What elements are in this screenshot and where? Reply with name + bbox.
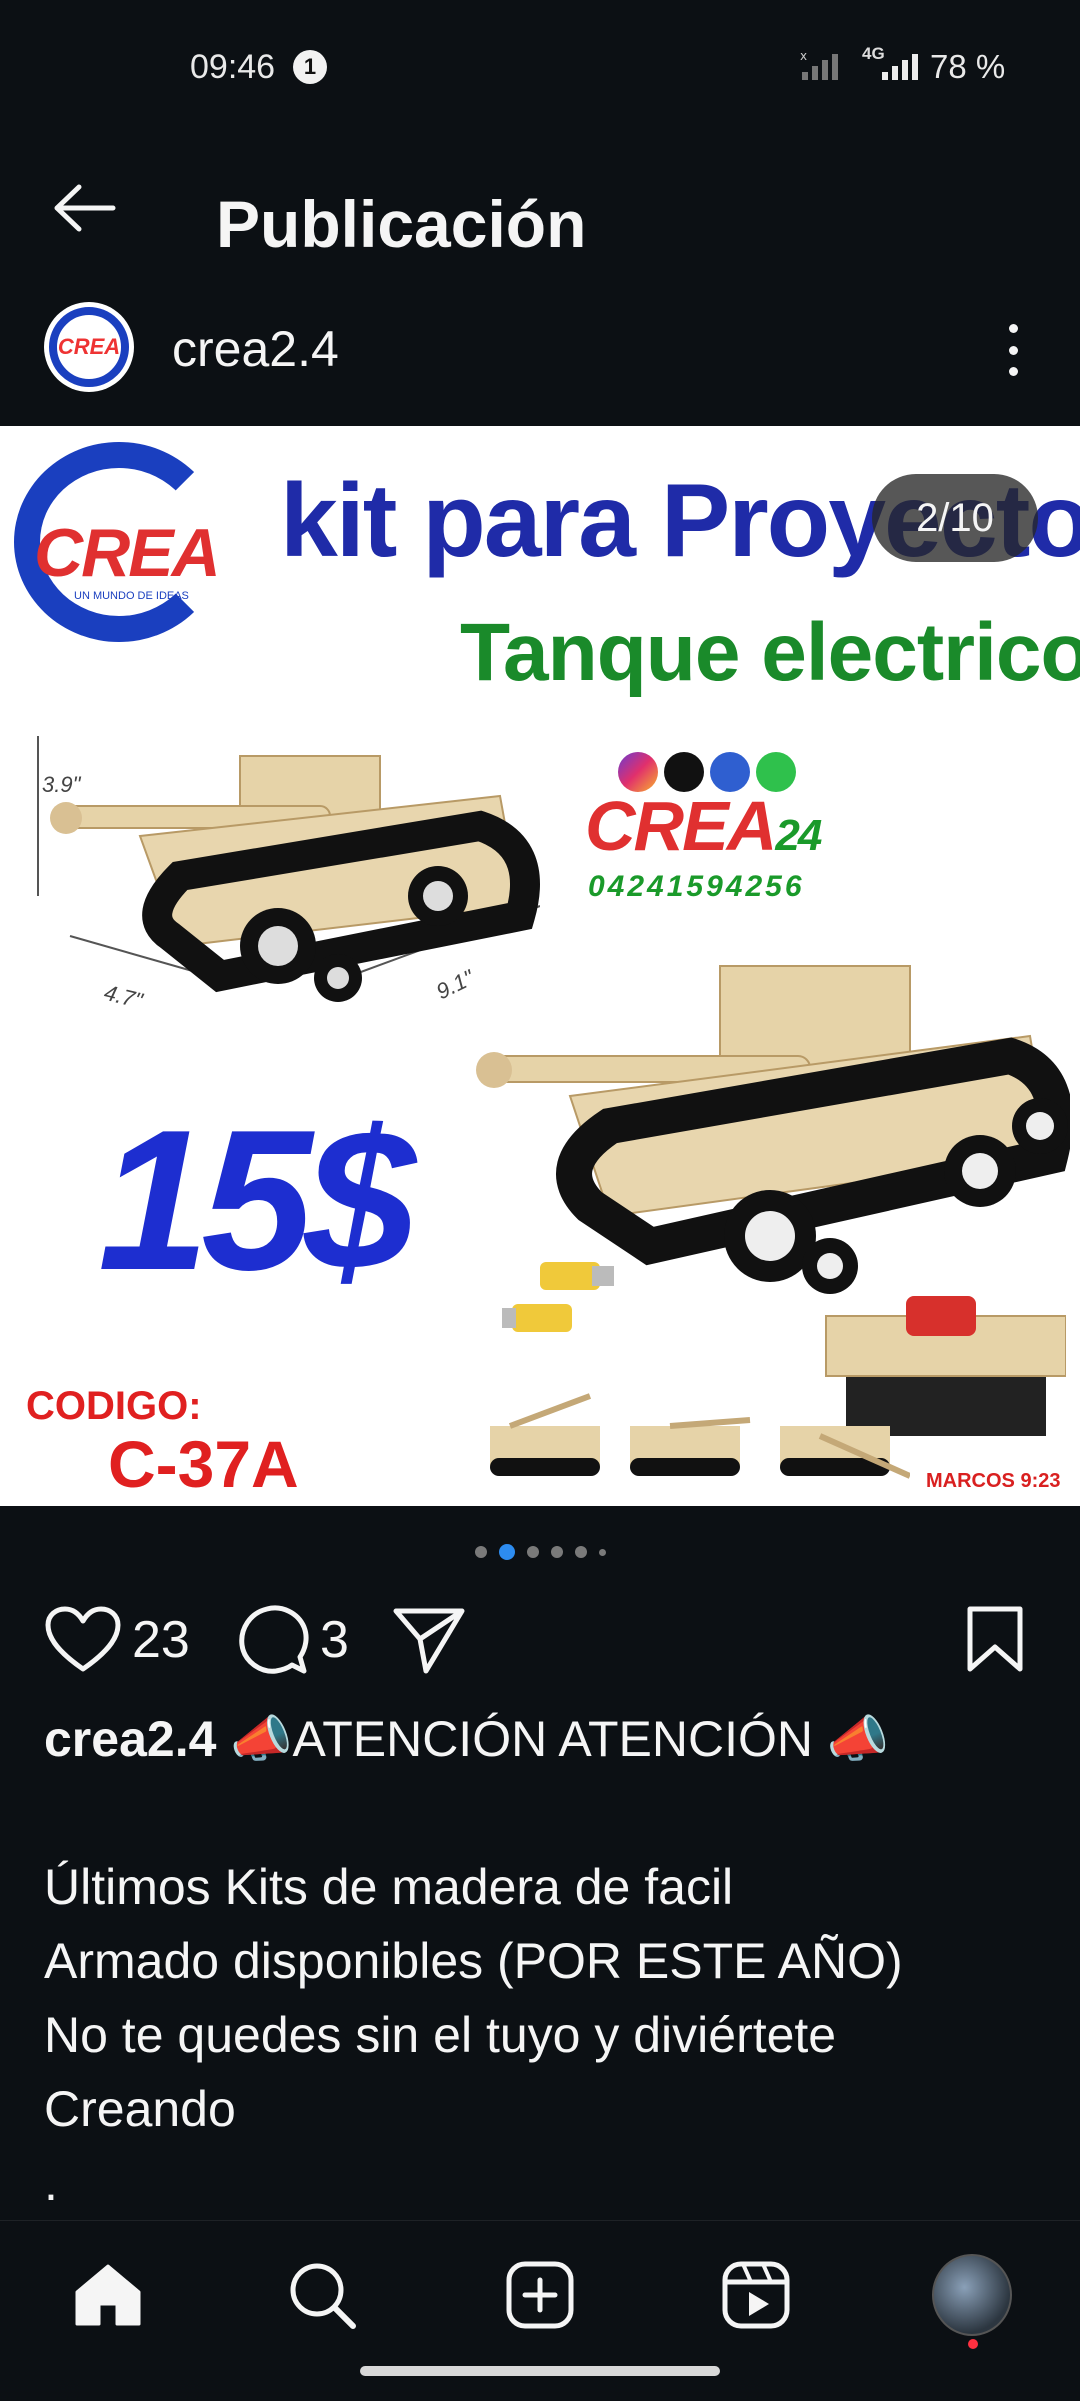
post-header: CREA crea2.4 [0, 290, 1080, 410]
tank-thumbnails [490, 1393, 910, 1479]
arrow-left-icon [54, 184, 116, 232]
caption-line: No te quedes sin el tuyo y diviértete [44, 2007, 837, 2063]
price: 15$ [98, 1089, 416, 1312]
caption-headline: 📣ATENCIÓN ATENCIÓN 📣 [230, 1711, 890, 1767]
more-dot-icon [1008, 367, 1018, 376]
post-caption: crea2.4 📣ATENCIÓN ATENCIÓN 📣 Últimos Kit… [44, 1702, 1044, 2220]
carousel-dot [598, 1548, 606, 1556]
tank-illustration-large [476, 965, 1070, 1294]
image-subtitle: Tanque electrico [460, 607, 1080, 698]
share-button[interactable] [392, 1600, 466, 1680]
nav-reels[interactable] [716, 2255, 796, 2335]
page-title: Publicación [216, 187, 587, 261]
profile-avatar [932, 2254, 1012, 2336]
status-time: 09:46 [190, 48, 276, 86]
caption-line: Últimos Kits de madera de facil [44, 1859, 734, 1915]
send-icon [393, 1608, 465, 1674]
svg-text:x: x [800, 50, 807, 63]
save-button[interactable] [964, 1600, 1026, 1680]
product-code-label: CODIGO: [26, 1384, 202, 1428]
product-code: C-37A [108, 1427, 299, 1501]
carousel-dot-active [498, 1544, 515, 1560]
like-button[interactable]: 23 [44, 1600, 190, 1680]
like-count: 23 [132, 1611, 190, 1669]
search-icon [290, 2263, 356, 2329]
post-actions: 23 3 [0, 1600, 1080, 1680]
bookmark-icon [967, 1606, 1023, 1672]
verse-text: MARCOS 9:23 [926, 1470, 1061, 1492]
comment-count: 3 [320, 1611, 349, 1669]
more-dot-icon [1008, 324, 1018, 333]
signal-strong-icon [882, 54, 918, 80]
contact-phone: 04241594256 [588, 870, 805, 903]
motors-illustration [502, 1262, 614, 1332]
nav-search[interactable] [282, 2255, 362, 2335]
back-button[interactable] [44, 168, 124, 248]
slide-counter: 2/10 [872, 474, 1038, 562]
status-bar: 09:46 1 x 4G 78 % [0, 0, 1080, 136]
nav-profile[interactable] [932, 2254, 1012, 2336]
carousel-indicator [0, 1544, 1080, 1560]
create-icon [506, 2261, 574, 2329]
heart-icon [45, 1606, 121, 1672]
notification-dot [968, 2339, 978, 2349]
nav-create[interactable] [500, 2255, 580, 2335]
more-options-button[interactable] [988, 318, 1038, 382]
comment-button[interactable]: 3 [236, 1600, 349, 1680]
battery-percent: 78 % [930, 48, 1006, 85]
caption-line: . [44, 2155, 58, 2211]
reels-icon [722, 2261, 790, 2329]
crea-logo: CREA UN MUNDO DE IDEAS [14, 442, 244, 642]
post-image[interactable]: CREA UN MUNDO DE IDEAS kit para Proyecto… [0, 426, 1080, 1506]
avatar[interactable]: CREA [44, 302, 134, 392]
signal-icon: x [800, 50, 838, 80]
notification-badge: 1 [293, 50, 327, 84]
more-dot-icon [1008, 345, 1018, 355]
caption-line: Armado disponibles (POR ESTE AÑO) [44, 1933, 903, 1989]
carousel-dot [550, 1546, 563, 1558]
comment-icon [239, 1605, 309, 1674]
app-header: Publicación [0, 136, 1080, 276]
home-indicator[interactable] [360, 2366, 720, 2376]
carousel-dot [574, 1546, 587, 1558]
carousel-dot [526, 1546, 539, 1558]
caption-line: Creando [44, 2081, 236, 2137]
brand-logo: CREA24 [585, 787, 822, 865]
avatar-logo: CREA [49, 307, 129, 387]
home-icon [75, 2264, 141, 2326]
caption-username[interactable]: crea2.4 [44, 1711, 216, 1767]
post-username[interactable]: crea2.4 [172, 320, 339, 378]
carousel-dot [474, 1546, 487, 1558]
nav-home[interactable] [68, 2255, 148, 2335]
tank-illustration-small [37, 736, 540, 1002]
